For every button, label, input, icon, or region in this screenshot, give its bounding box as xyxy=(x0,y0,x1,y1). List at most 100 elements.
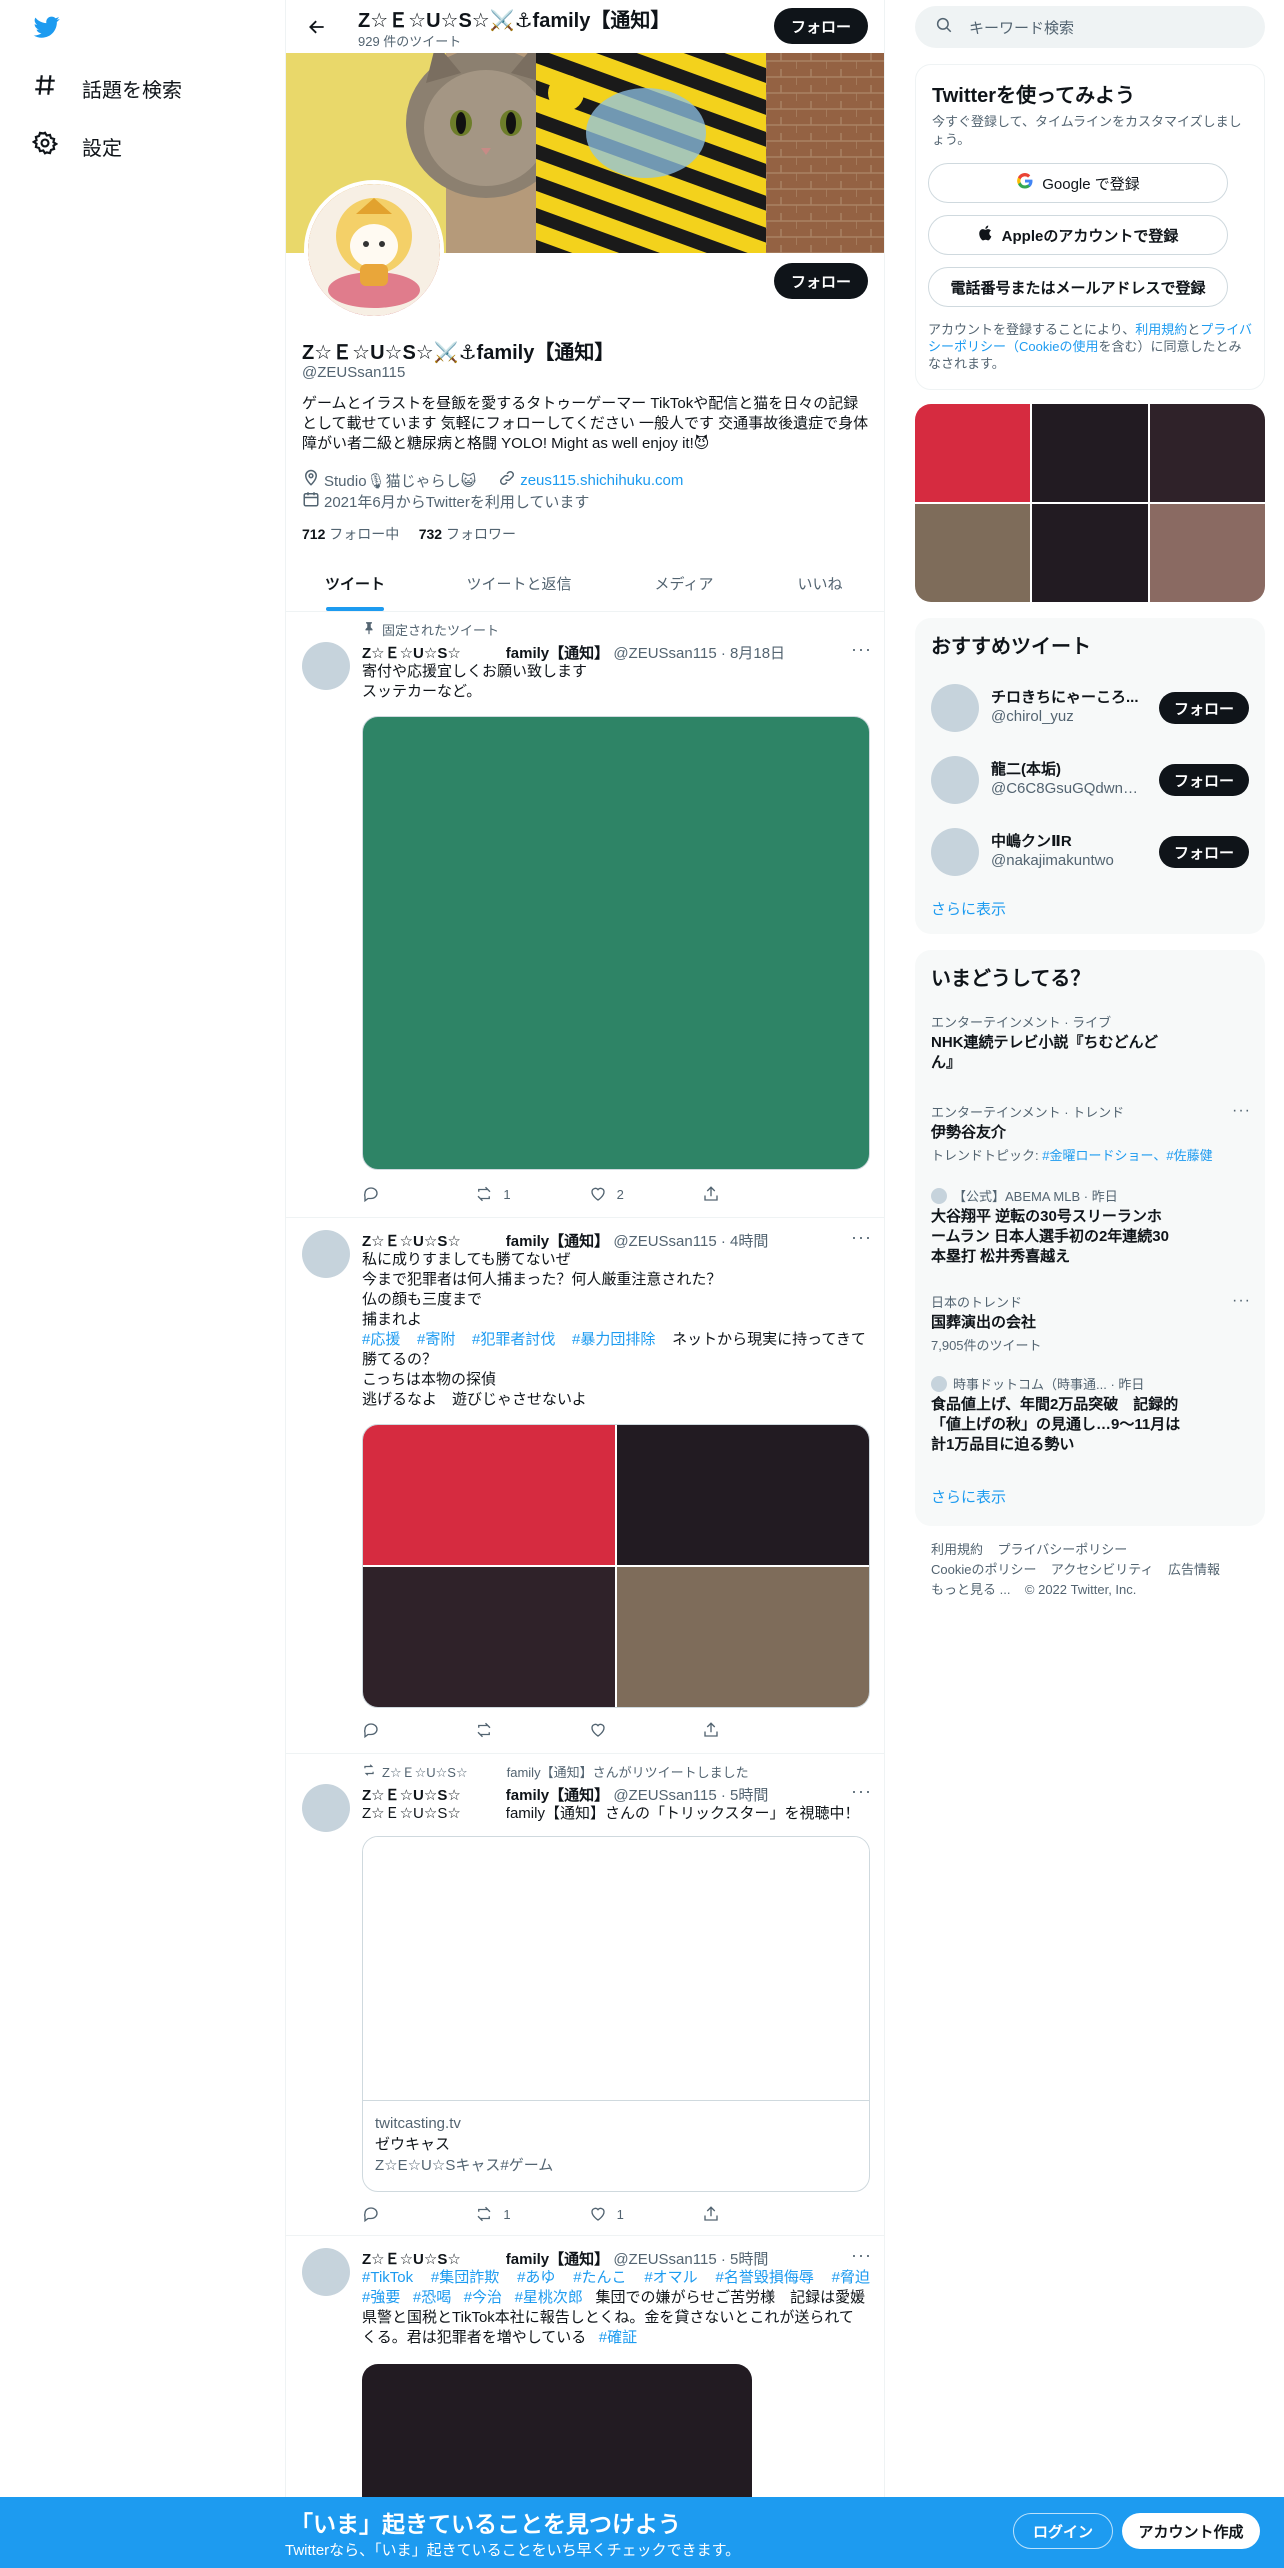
create-account-button[interactable]: アカウント作成 xyxy=(1122,2513,1260,2549)
trend-item[interactable]: 【公式】ABEMA MLB · 昨日 大谷翔平 逆転の30号スリーランホームラン… xyxy=(931,1186,1251,1267)
tweet-pinned[interactable]: 固定されたツイート Z☆Ｅ☆U☆S☆ family【通知】 @ZEUSsan11… xyxy=(286,612,884,1218)
followers-link[interactable]: 732 フォロワー xyxy=(419,526,516,542)
suggested-user[interactable]: 龍二(本垢) @C6C8GsuGQdwnu... フォロー xyxy=(915,744,1265,816)
more-options-icon[interactable]: ··· xyxy=(851,2245,872,2266)
tweet-media-image[interactable] xyxy=(617,1567,869,1707)
google-signup-button[interactable]: Google で登録 xyxy=(928,163,1228,203)
tab-tweets-replies[interactable]: ツイートと返信 xyxy=(424,558,614,612)
tweet-author-name[interactable]: Z☆Ｅ☆U☆S☆ family【通知】 xyxy=(362,1787,609,1804)
tweet-avatar[interactable] xyxy=(302,2248,350,2296)
tweet-author-name[interactable]: Z☆Ｅ☆U☆S☆ family【通知】 xyxy=(362,1233,609,1250)
back-button[interactable] xyxy=(300,10,334,44)
tweet-retweet[interactable]: Z☆Ｅ☆U☆S☆ family【通知】さんがリツイートしました Z☆Ｅ☆U☆S☆… xyxy=(286,1754,884,2236)
reply-button[interactable] xyxy=(362,1720,442,1740)
retweet-button[interactable]: 1 xyxy=(475,1184,555,1204)
tweet-author-name[interactable]: Z☆Ｅ☆U☆S☆ family【通知】 xyxy=(362,2251,609,2268)
nav-settings[interactable]: 設定 xyxy=(31,130,122,162)
profile-avatar[interactable] xyxy=(304,180,444,320)
like-button[interactable]: 2 xyxy=(589,1184,669,1204)
apple-signup-button[interactable]: Appleのアカウントで登録 xyxy=(928,215,1228,255)
more-options-icon[interactable]: ··· xyxy=(1232,1102,1251,1120)
more-options-icon[interactable]: ··· xyxy=(1232,1292,1251,1310)
tweet-time[interactable]: 4時間 xyxy=(730,1233,768,1250)
tweet-avatar[interactable] xyxy=(302,1784,350,1832)
reply-button[interactable] xyxy=(362,1184,442,1204)
twitter-logo-icon[interactable] xyxy=(32,14,62,44)
media-thumbnail[interactable] xyxy=(1149,504,1265,602)
trend-item[interactable]: エンターテインメント · トレンド 伊勢谷友介 トレンドトピック: #金曜ロード… xyxy=(931,1102,1251,1164)
profile-follow-button[interactable]: フォロー xyxy=(774,263,868,299)
recommended-show-more[interactable]: さらに表示 xyxy=(931,898,1006,919)
following-link[interactable]: 712 フォロー中 xyxy=(302,526,399,542)
trend-topic-links[interactable]: #金曜ロードショー、#佐藤健 xyxy=(1042,1148,1212,1163)
search-input[interactable]: キーワード検索 xyxy=(969,17,1074,38)
footer-link[interactable]: プライバシーポリシー xyxy=(997,1542,1127,1557)
follow-button[interactable]: フォロー xyxy=(1159,836,1249,868)
follow-button[interactable]: フォロー xyxy=(1159,692,1249,724)
like-button[interactable]: 1 xyxy=(589,2204,669,2224)
search-box[interactable]: キーワード検索 xyxy=(915,6,1265,48)
hashtag-link[interactable]: #オマル xyxy=(644,2268,697,2288)
footer-link[interactable]: Cookieのポリシー xyxy=(931,1562,1036,1577)
hashtag-link[interactable]: #脅迫 xyxy=(832,2268,870,2288)
footer-link[interactable]: 利用規約 xyxy=(931,1542,983,1557)
trend-item[interactable]: エンターテインメント · ライブ NHK連続テレビ小説『ちむどんどん』 xyxy=(931,1012,1251,1073)
avatar[interactable] xyxy=(931,828,979,876)
media-thumbnail[interactable] xyxy=(915,504,1031,602)
terms-link[interactable]: 利用規約 xyxy=(1135,322,1187,337)
tweet-author-handle[interactable]: @ZEUSsan115 xyxy=(613,2251,716,2268)
hashtag-link[interactable]: #TikTok xyxy=(362,2268,413,2288)
tweet-author-handle[interactable]: @ZEUSsan115 xyxy=(613,1787,716,1804)
retweet-button[interactable] xyxy=(475,1720,555,1740)
login-button[interactable]: ログイン xyxy=(1013,2513,1113,2549)
reply-button[interactable] xyxy=(362,2204,442,2224)
tab-likes[interactable]: いいね xyxy=(754,558,884,612)
tab-media[interactable]: メディア xyxy=(614,558,754,612)
phone-email-signup-button[interactable]: 電話番号またはメールアドレスで登録 xyxy=(928,267,1228,307)
footer-more-link[interactable]: もっと見る ... xyxy=(931,1582,1010,1597)
media-thumbnail[interactable] xyxy=(1149,404,1265,502)
nav-explore[interactable]: 話題を検索 xyxy=(32,72,182,104)
hashtag-link[interactable]: #確証 xyxy=(599,2329,637,2346)
hashtag-link[interactable]: #犯罪者討伐 xyxy=(472,1331,555,1348)
trend-item[interactable]: 日本のトレンド 国葬演出の会社 7,905件のツイート xyxy=(931,1292,1251,1354)
tab-tweets[interactable]: ツイート xyxy=(286,558,424,612)
tweet-2[interactable]: Z☆Ｅ☆U☆S☆ family【通知】 @ZEUSsan115 · 4時間 ··… xyxy=(286,1218,884,1754)
tweet-time[interactable]: 5時間 xyxy=(730,1787,768,1804)
tweet-media-image[interactable] xyxy=(363,1425,615,1565)
suggested-user[interactable]: チロきちにゃーころ... @chirol_yuz フォロー xyxy=(915,672,1265,744)
tweet-author-name[interactable]: Z☆Ｅ☆U☆S☆ family【通知】 xyxy=(362,645,609,662)
tweet-media-image[interactable] xyxy=(363,1567,615,1707)
link-card[interactable]: twitcasting.tv ゼウキャス Z☆E☆U☆Sキャス#ゲーム xyxy=(362,1836,870,2192)
media-thumbnail[interactable] xyxy=(1032,504,1148,602)
hashtag-link[interactable]: #集団詐欺 xyxy=(431,2268,499,2288)
tweet-avatar[interactable] xyxy=(302,1230,350,1278)
tweet-author-handle[interactable]: @ZEUSsan115 xyxy=(613,645,716,662)
profile-website-link[interactable]: zeus115.shichihuku.com xyxy=(520,472,683,489)
suggested-user[interactable]: 中嶋クンⅡR @nakajimakuntwo フォロー xyxy=(915,816,1265,888)
hashtag-link[interactable]: #寄附 xyxy=(417,1331,455,1348)
media-thumbnail[interactable] xyxy=(1032,404,1148,502)
trend-item[interactable]: 時事ドットコム（時事通... · 昨日 食品値上げ、年間2万品突破 記録的「値上… xyxy=(931,1374,1251,1455)
footer-link[interactable]: アクセシビリティ xyxy=(1051,1562,1154,1577)
media-thumbnail[interactable] xyxy=(915,404,1031,502)
tweet-media-image[interactable] xyxy=(362,716,870,1170)
retweet-button[interactable]: 1 xyxy=(475,2204,555,2224)
tweet-time[interactable]: 8月18日 xyxy=(730,645,785,662)
tweet-media-image[interactable] xyxy=(617,1425,869,1565)
tweet-avatar[interactable] xyxy=(302,642,350,690)
share-button[interactable] xyxy=(702,2204,782,2224)
share-button[interactable] xyxy=(702,1720,782,1740)
hashtag-link[interactable]: #あゆ xyxy=(517,2268,555,2288)
more-options-icon[interactable]: ··· xyxy=(851,1781,872,1802)
hashtag-link[interactable]: #強要 xyxy=(362,2289,400,2306)
hashtag-link[interactable]: #応援 xyxy=(362,1331,400,1348)
follow-button[interactable]: フォロー xyxy=(1159,764,1249,796)
like-button[interactable] xyxy=(589,1720,669,1740)
share-button[interactable] xyxy=(702,1184,782,1204)
hashtag-link[interactable]: #恐喝 xyxy=(413,2289,451,2306)
tweet-author-handle[interactable]: @ZEUSsan115 xyxy=(613,1233,716,1250)
hashtag-link[interactable]: #今治 xyxy=(464,2289,502,2306)
avatar[interactable] xyxy=(931,684,979,732)
more-options-icon[interactable]: ··· xyxy=(851,639,872,660)
